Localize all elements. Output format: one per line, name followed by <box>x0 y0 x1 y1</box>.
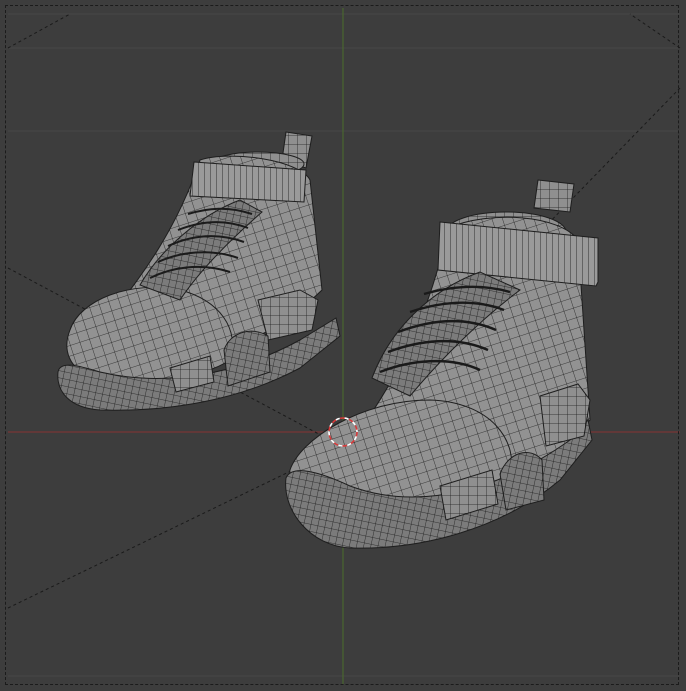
viewport-canvas[interactable] <box>0 0 686 691</box>
3d-viewport[interactable] <box>0 0 686 691</box>
